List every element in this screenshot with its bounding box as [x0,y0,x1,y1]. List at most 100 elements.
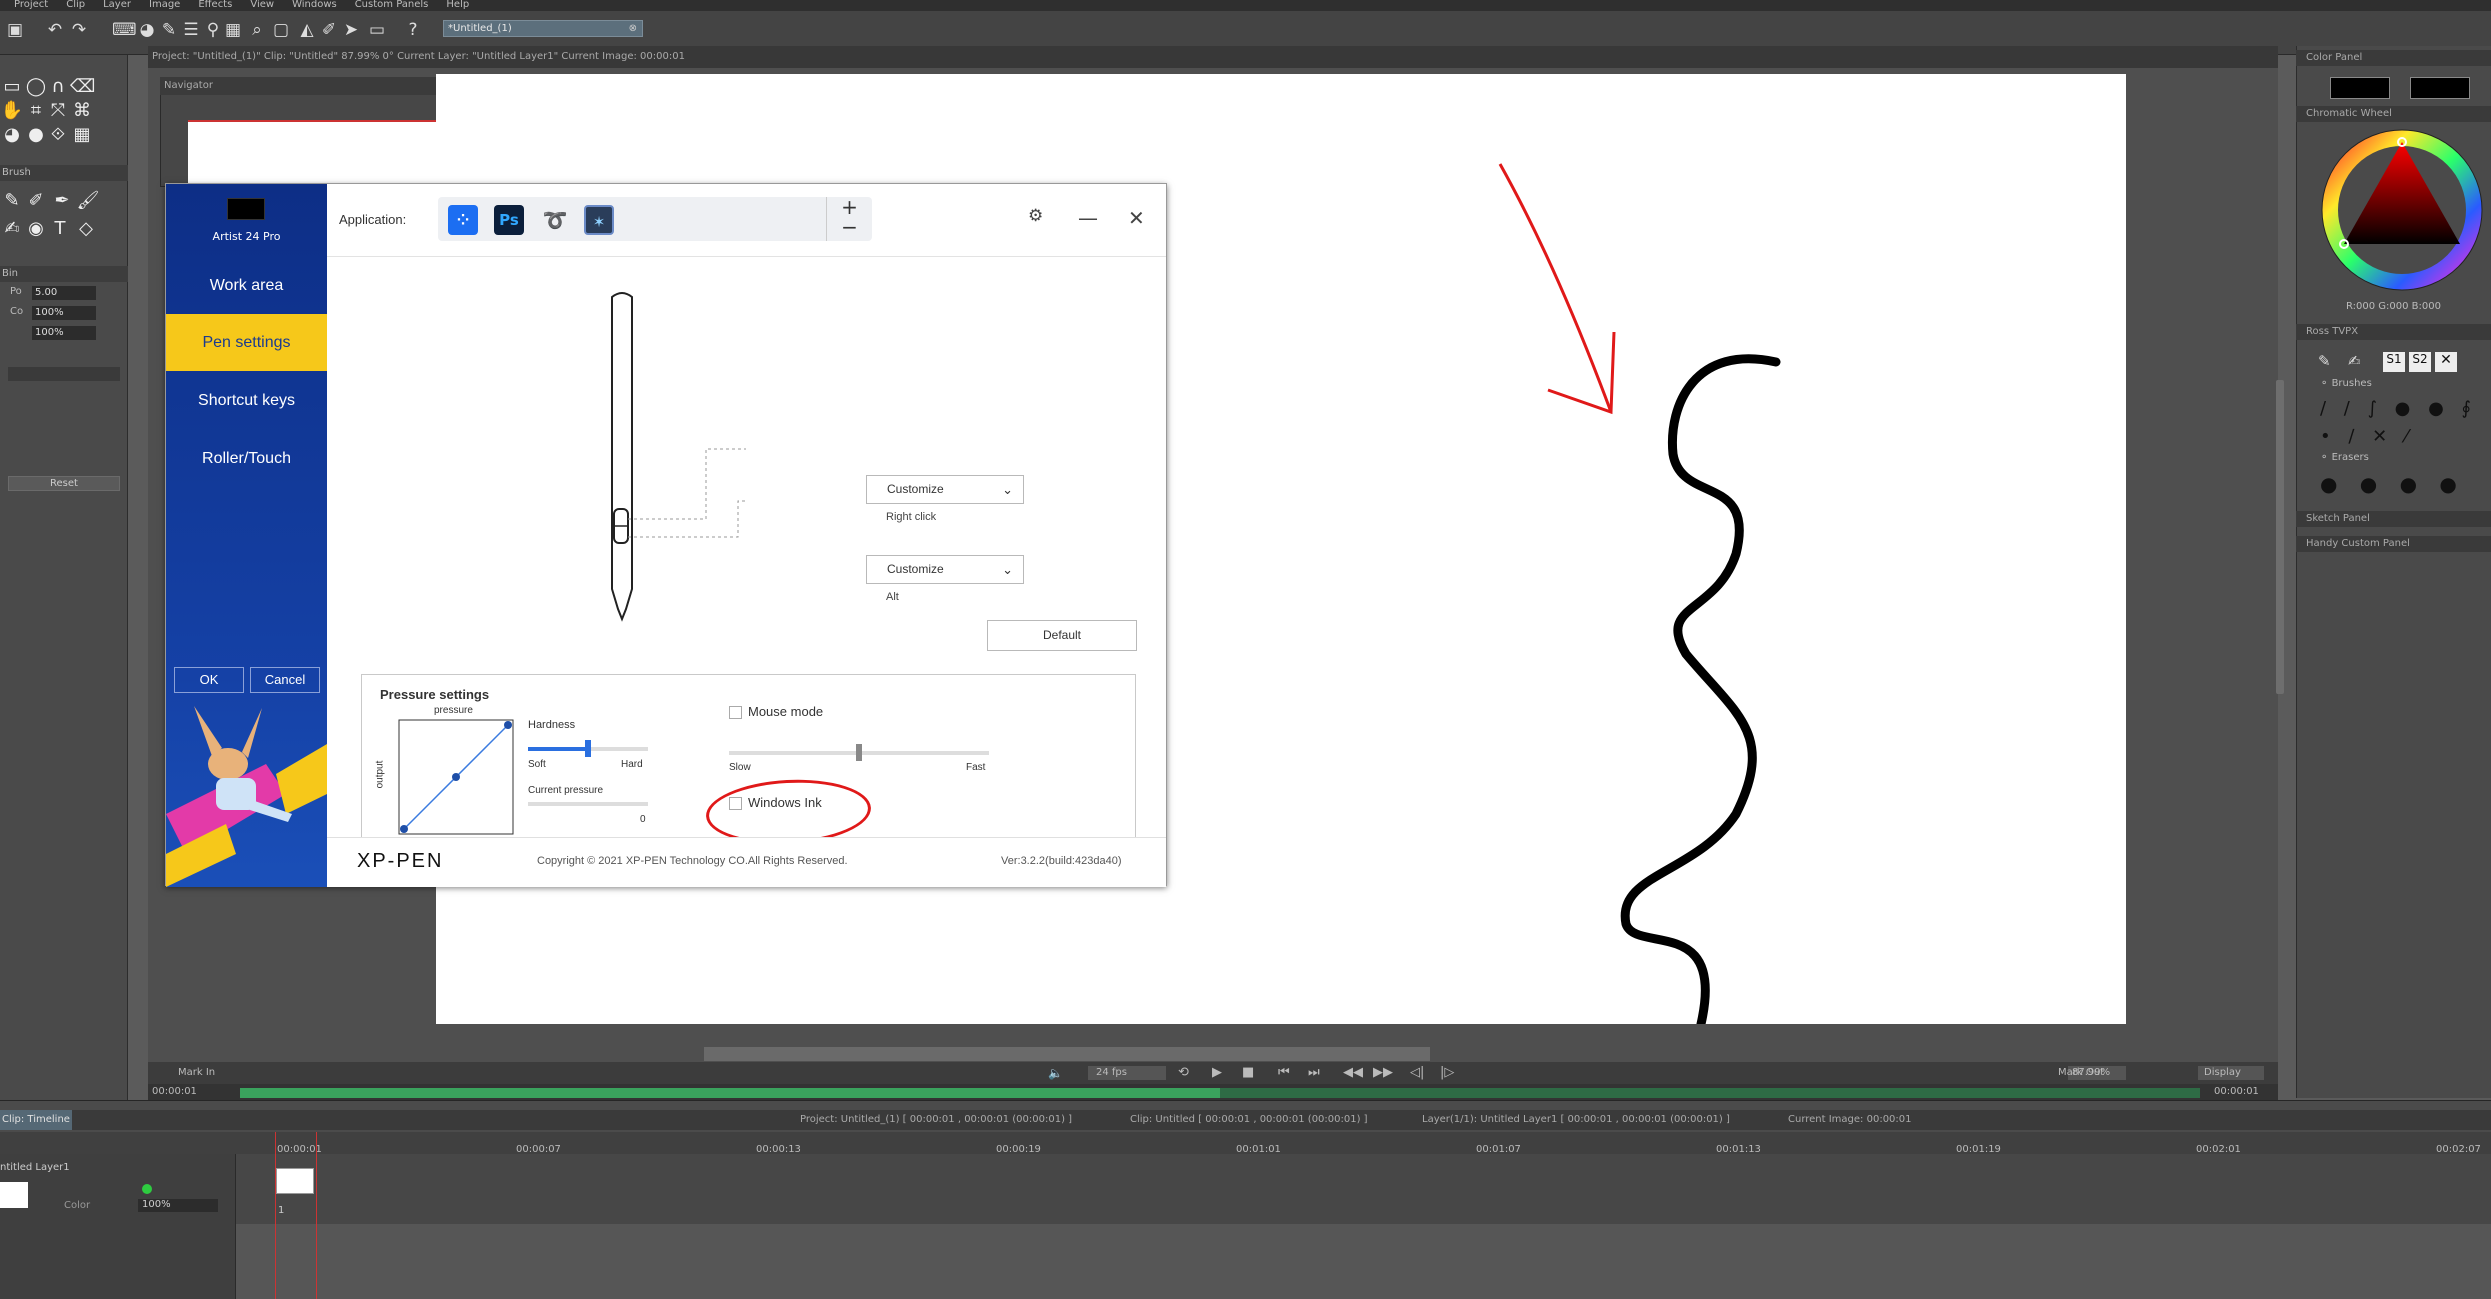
vertical-scrollbar[interactable] [2276,380,2284,694]
play-icon[interactable]: ▶ [1212,1065,1222,1080]
last-frame-icon[interactable]: ⏭ [1308,1065,1320,1080]
menu-effects[interactable]: Effects [198,0,232,10]
lasso-app-icon[interactable]: ➰ [540,205,570,235]
move-icon[interactable]: ✋ [0,99,24,123]
zoom-icon[interactable]: ⌕ [246,19,268,41]
size-input[interactable]: 5.00 [32,286,96,300]
close-dialog-icon[interactable]: ✕ [1128,206,1145,230]
layer-name[interactable]: ntitled Layer1 [0,1162,70,1173]
ellipse-icon[interactable]: ◯ [24,75,48,99]
lower-button-dropdown[interactable]: Customize ⌄ [866,555,1024,584]
pattern-icon[interactable]: ▦ [70,123,94,147]
menu-windows[interactable]: Windows [292,0,337,10]
light-icon[interactable]: ⚲ [202,19,224,41]
secondary-color-swatch[interactable] [2410,77,2470,99]
nav-shortcut-keys[interactable]: Shortcut keys [166,372,327,429]
nav-work-area[interactable]: Work area [166,257,327,314]
menu-clip[interactable]: Clip [66,0,85,10]
crop-icon[interactable]: ⌗ [24,99,48,123]
hardness-slider-knob[interactable] [585,740,591,757]
keyboard-icon[interactable]: ⌨ [112,19,137,41]
timeline-cel[interactable] [276,1168,314,1194]
layer-thumbnail[interactable] [0,1182,28,1208]
s1-preset-icon[interactable]: S1 [2383,352,2405,372]
swap-icon[interactable]: ⟐ [46,123,70,147]
opacity-input[interactable]: 100% [32,306,96,320]
layer-color-dot[interactable] [142,1184,152,1194]
paintbrush-icon[interactable]: 🖌 [76,189,100,213]
mark-in-label[interactable]: Mark In [178,1067,215,1078]
prev-frame-icon[interactable]: ◀◀ [1343,1065,1363,1080]
loop-icon[interactable]: ⟲ [1178,1065,1189,1080]
frame-icon[interactable]: ▢ [270,19,292,41]
ok-button[interactable]: OK [174,667,244,693]
primary-color-swatch[interactable] [2330,77,2390,99]
pen-icon[interactable]: ✐ [318,19,340,41]
add-remove-app-icon[interactable]: + − [826,197,872,241]
menu-image[interactable]: Image [149,0,180,10]
mouse-speed-knob[interactable] [856,744,862,761]
black-color-icon[interactable]: ● [24,123,48,147]
upper-button-dropdown[interactable]: Customize ⌄ [866,475,1024,504]
brush-strokes-row-icon[interactable]: / / ∫ ● ● ∮ [2320,398,2477,419]
undo-icon[interactable]: ↶ [44,19,66,41]
reset-button[interactable]: Reset [8,476,120,491]
menu-view[interactable]: View [250,0,274,10]
text-icon[interactable]: T [48,217,72,241]
fps-selector[interactable]: 24 fps [1088,1066,1166,1080]
default-button[interactable]: Default [987,620,1137,651]
shape-icon[interactable]: ◇ [74,217,98,241]
brush-panel-icon[interactable]: ✎ [158,19,180,41]
airbrush-icon[interactable]: ✒ [50,189,74,213]
pencil-icon[interactable]: ✎ [0,189,24,213]
minimize-icon[interactable]: — [1078,206,1098,230]
lasso-icon[interactable]: ∩ [46,75,70,99]
pressure-curve[interactable] [398,719,514,835]
menu-project[interactable]: Project [14,0,48,10]
next-frame-icon[interactable]: ▶▶ [1373,1065,1393,1080]
brush-preset-icon[interactable]: ✍ [2348,352,2370,372]
menu-help[interactable]: Help [446,0,469,10]
smudge-icon[interactable]: ✍ [0,217,24,241]
step-forward-icon[interactable]: |▷ [1440,1065,1454,1080]
display-selector[interactable]: Display [2198,1066,2264,1080]
arrow-icon[interactable]: ➤ [340,19,362,41]
horizontal-scrollbar[interactable] [704,1047,1430,1061]
menu-layer[interactable]: Layer [103,0,131,10]
color-wheel[interactable] [2320,128,2484,292]
stop-icon[interactable]: ■ [1242,1065,1254,1080]
rect-icon[interactable]: ▭ [366,19,388,41]
volume-icon[interactable]: 🔈 [1048,1066,1063,1080]
color-icon[interactable]: ◕ [136,19,158,41]
mark-out-label[interactable]: Mark Out [2058,1067,2104,1078]
power-input[interactable]: 100% [32,326,96,340]
help-icon[interactable]: ? [402,19,424,41]
close-icon[interactable]: ⊗ [629,21,637,36]
step-back-icon[interactable]: ◁| [1410,1065,1424,1080]
stencil-field[interactable] [8,367,120,381]
eraser-presets-icon[interactable]: ● ● ● ● [2320,472,2465,496]
fill-icon[interactable]: ◭ [296,19,318,41]
drop-icon[interactable]: ◉ [24,217,48,241]
nav-roller-touch[interactable]: Roller/Touch [166,430,327,487]
grid-icon[interactable]: ▦ [222,19,244,41]
timeline-tab[interactable]: Clip: Timeline [0,1110,72,1130]
transform-icon[interactable]: ⤧ [46,99,70,123]
document-tab[interactable]: *Untitled_(1) ⊗ [443,20,643,37]
menu-custom-panels[interactable]: Custom Panels [355,0,429,10]
mouse-mode-checkbox[interactable] [729,706,742,719]
first-frame-icon[interactable]: ⏮ [1278,1065,1290,1080]
marker-icon[interactable]: ✐ [24,189,48,213]
warp-icon[interactable]: ⌘ [70,99,94,123]
nav-pen-settings[interactable]: Pen settings [166,314,327,371]
close-preset-icon[interactable]: ✕ [2435,352,2457,372]
photoshop-icon[interactable]: Ps [494,205,524,235]
settings-gear-icon[interactable]: ⚙ [1028,206,1043,226]
tvpaint-icon[interactable]: ✶ [584,205,614,235]
cancel-button[interactable]: Cancel [250,667,320,693]
rect-select-icon[interactable]: ▭ [0,75,24,99]
s2-preset-icon[interactable]: S2 [2409,352,2431,372]
redo-icon[interactable]: ↷ [68,19,90,41]
brush-preset-icon[interactable]: ✎ [2318,352,2340,372]
layers-icon[interactable]: ☰ [180,19,202,41]
